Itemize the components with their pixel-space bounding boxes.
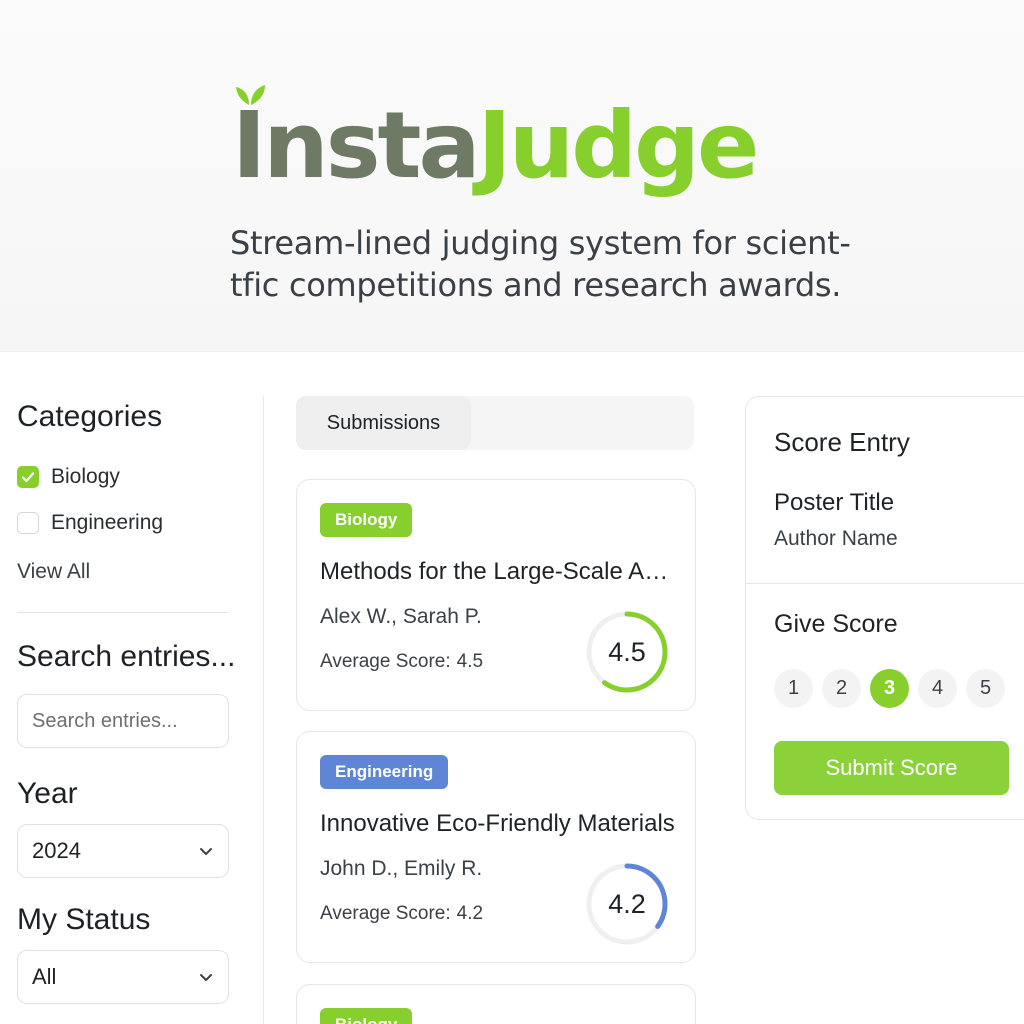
average-score-value: 4.2 bbox=[456, 903, 484, 924]
score-option-5[interactable]: 5 bbox=[966, 669, 1005, 708]
score-option-4[interactable]: 4 bbox=[918, 669, 957, 708]
submit-score-button[interactable]: Submit Score bbox=[774, 741, 1009, 795]
search-heading: Search entries... bbox=[17, 640, 236, 673]
category-biology[interactable]: Biology bbox=[17, 465, 120, 489]
score-ring-value: 4.2 bbox=[608, 888, 646, 919]
status-value: All bbox=[32, 964, 57, 989]
submission-title[interactable]: Methods for the Large-Scale Analysis bbox=[320, 558, 676, 586]
checkbox-checked-icon[interactable] bbox=[17, 466, 39, 488]
year-select[interactable]: 2024 bbox=[17, 824, 229, 878]
category-badge: Biology bbox=[320, 1008, 413, 1024]
average-score-label: Average Score: bbox=[320, 903, 451, 924]
score-entry-title: Score Entry bbox=[774, 427, 910, 457]
submission-card[interactable]: Biology Methods for the Large-Scale Anal… bbox=[296, 479, 696, 711]
category-badge: Engineering bbox=[320, 755, 449, 789]
search-box[interactable] bbox=[17, 694, 229, 748]
panel-divider bbox=[746, 583, 1024, 584]
submission-title[interactable]: Innovative Eco-Friendly Materials bbox=[320, 810, 676, 838]
submission-authors: Alex W., Sarah P. bbox=[320, 605, 482, 628]
category-engineering[interactable]: Engineering bbox=[17, 511, 163, 535]
category-label: Engineering bbox=[51, 511, 164, 534]
checkbox-unchecked-icon[interactable] bbox=[17, 512, 39, 534]
score-option-2[interactable]: 2 bbox=[822, 669, 861, 708]
tagline: Stream-lined judging system for scient- … bbox=[230, 222, 870, 306]
give-score-heading: Give Score bbox=[774, 610, 898, 638]
category-label: Biology bbox=[51, 465, 120, 488]
poster-title: Poster Title bbox=[774, 489, 895, 516]
logo-text-insta: Insta bbox=[232, 92, 481, 199]
chevron-down-icon bbox=[198, 969, 214, 985]
average-score-value: 4.5 bbox=[456, 651, 484, 672]
score-ring: 4.2 bbox=[584, 861, 670, 947]
tab-submissions[interactable]: Submissions bbox=[296, 396, 471, 450]
submission-card[interactable]: Engineering Innovative Eco-Friendly Mate… bbox=[296, 731, 696, 963]
author-name: Author Name bbox=[774, 527, 898, 550]
categories-heading: Categories bbox=[17, 400, 163, 433]
chevron-down-icon bbox=[198, 843, 214, 859]
score-entry-panel: Score Entry Poster Title Author Name Giv… bbox=[745, 396, 1024, 820]
average-score: Average Score: 4.2 bbox=[320, 903, 483, 925]
status-select[interactable]: All bbox=[17, 950, 229, 1004]
year-heading: Year bbox=[17, 777, 78, 810]
category-badge: Biology bbox=[320, 503, 413, 537]
logo-text-judge: Judge bbox=[477, 92, 760, 199]
hero-header: InstaJudge Stream-lined judging system f… bbox=[0, 0, 1024, 352]
average-score: Average Score: 4.5 bbox=[320, 651, 483, 673]
app-logo: InstaJudge bbox=[232, 100, 759, 192]
sidebar-divider bbox=[263, 396, 264, 1024]
tagline-line-1: Stream-lined judging system for scient- bbox=[230, 224, 851, 262]
score-ring: 4.5 bbox=[584, 609, 670, 695]
average-score-label: Average Score: bbox=[320, 651, 451, 672]
score-options: 1 2 3 4 5 bbox=[774, 669, 1005, 708]
score-ring-value: 4.5 bbox=[608, 636, 646, 667]
tagline-line-2: tfic competitions and research awards. bbox=[230, 266, 842, 304]
score-option-3[interactable]: 3 bbox=[870, 669, 909, 708]
status-heading: My Status bbox=[17, 903, 151, 936]
submission-authors: John D., Emily R. bbox=[320, 857, 483, 880]
score-option-1[interactable]: 1 bbox=[774, 669, 813, 708]
submission-card[interactable]: Biology bbox=[296, 984, 696, 1024]
year-value: 2024 bbox=[32, 838, 81, 863]
search-input[interactable] bbox=[32, 709, 214, 733]
view-all-link[interactable]: View All bbox=[17, 560, 90, 584]
sidebar-separator bbox=[17, 612, 229, 613]
